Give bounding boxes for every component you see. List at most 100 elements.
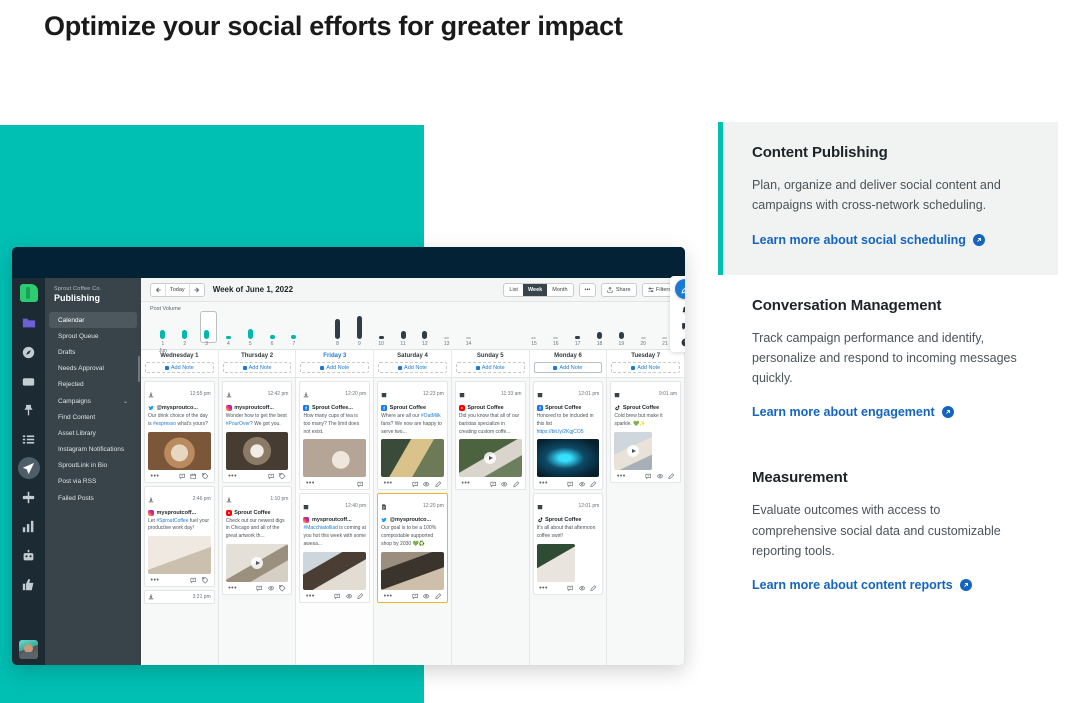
- post-card[interactable]: 2:46 pm mysproutcoff... Let #SproutCoffee …: [144, 485, 215, 587]
- robot-icon[interactable]: [18, 544, 40, 566]
- more-options-icon[interactable]: •••: [226, 585, 240, 592]
- post-media-thumbnail[interactable]: [614, 431, 653, 470]
- share-button[interactable]: Share: [601, 282, 637, 297]
- nav-item-needs-approval[interactable]: Needs Approval: [49, 361, 137, 377]
- add-note-button[interactable]: Add Note: [533, 362, 603, 373]
- view-option-list[interactable]: List: [504, 284, 523, 296]
- view-option-month[interactable]: Month: [547, 284, 572, 296]
- comment-icon[interactable]: [265, 473, 277, 480]
- add-note-button[interactable]: Add Note: [378, 362, 447, 373]
- play-button-icon[interactable]: [251, 556, 264, 569]
- more-options-icon[interactable]: •••: [148, 577, 162, 584]
- nav-item-failed-posts[interactable]: Failed Posts: [49, 490, 137, 506]
- pin-icon[interactable]: [18, 399, 40, 421]
- compose-button[interactable]: [675, 279, 685, 299]
- post-card[interactable]: 12:20 pm f Sprout Coffee... How many cups o…: [299, 381, 371, 491]
- chart-bar-3[interactable]: 3: [196, 311, 218, 347]
- edit-icon[interactable]: [510, 480, 522, 488]
- comment-icon[interactable]: [188, 577, 200, 584]
- inbox-icon[interactable]: [18, 370, 40, 392]
- bar-chart-icon[interactable]: [18, 515, 40, 537]
- chart-bar-18[interactable]: 18: [589, 313, 611, 347]
- edit-icon[interactable]: [432, 593, 444, 600]
- chart-bar-20[interactable]: 20: [632, 313, 654, 347]
- add-note-button[interactable]: Add Note: [145, 362, 214, 373]
- chart-bar-7[interactable]: 7: [283, 313, 305, 347]
- chart-bar-4[interactable]: 4: [217, 313, 239, 347]
- nav-item-instagram-notifications[interactable]: Instagram Notifications: [49, 442, 137, 458]
- chart-bar-2[interactable]: 2: [174, 313, 196, 347]
- play-button-icon[interactable]: [627, 444, 640, 457]
- eye-icon[interactable]: [421, 593, 433, 600]
- eye-icon[interactable]: [654, 473, 666, 480]
- post-media-thumbnail[interactable]: [381, 551, 444, 590]
- tag-icon[interactable]: [199, 577, 211, 584]
- nav-item-calendar[interactable]: Calendar: [49, 312, 137, 329]
- nav-item-drafts[interactable]: Drafts: [49, 344, 137, 360]
- comment-icon[interactable]: [332, 593, 344, 600]
- post-media-thumbnail[interactable]: [303, 439, 367, 478]
- user-avatar[interactable]: [19, 640, 38, 659]
- chevron-down-icon[interactable]: ⌄: [123, 398, 128, 405]
- more-options-icon[interactable]: •••: [537, 480, 551, 487]
- play-button-icon[interactable]: [484, 452, 497, 465]
- post-link[interactable]: #Macchiatolliad: [303, 525, 337, 531]
- post-card[interactable]: 12:01 pm Sprout Coffee It's all about that…: [532, 493, 604, 595]
- post-media-thumbnail[interactable]: [303, 551, 367, 590]
- comment-icon[interactable]: [565, 585, 577, 592]
- post-media-thumbnail[interactable]: [381, 439, 444, 478]
- post-media-thumbnail[interactable]: [225, 543, 289, 582]
- chart-bar-13[interactable]: 13: [436, 313, 458, 347]
- nav-item-find-content[interactable]: Find Content: [49, 409, 137, 425]
- nav-scrollbar[interactable]: [138, 356, 140, 382]
- post-link[interactable]: #OatMilk: [421, 413, 441, 419]
- post-card[interactable]: 12:23 pm f Sprout Coffee Where are all our …: [377, 381, 448, 491]
- more-options-button[interactable]: •••: [578, 282, 597, 297]
- edit-icon[interactable]: [588, 480, 600, 488]
- post-card[interactable]: 9:01 am Sprout Coffee Cold brew but make i…: [610, 381, 682, 483]
- more-options-icon[interactable]: •••: [381, 480, 395, 487]
- nav-item-rejected[interactable]: Rejected: [49, 377, 137, 393]
- post-card[interactable]: 12:55 pm @mysproutco... Our drink choice o…: [144, 381, 215, 483]
- feature-learn-more-link[interactable]: Learn more about engagement: [752, 405, 954, 419]
- more-options-icon[interactable]: •••: [226, 473, 240, 480]
- chart-bar-10[interactable]: 10: [370, 313, 392, 347]
- thumbs-up-icon[interactable]: [18, 573, 40, 595]
- feature-learn-more-link[interactable]: Learn more about social scheduling: [752, 233, 985, 247]
- calendar-icon[interactable]: [188, 473, 200, 480]
- nav-item-post-via-rss[interactable]: Post via RSS: [49, 474, 137, 490]
- tag-icon[interactable]: [199, 472, 211, 480]
- edit-icon[interactable]: [432, 480, 444, 488]
- post-card[interactable]: 12:40 pm mysproutcoff... #Macchiatolliad i…: [299, 493, 371, 603]
- comment-icon[interactable]: [355, 481, 367, 488]
- chart-bar-12[interactable]: 12: [414, 313, 436, 347]
- post-card[interactable]: 12:01 pm f Sprout Coffee Honored to be incl…: [532, 381, 604, 491]
- more-options-icon[interactable]: •••: [303, 480, 317, 487]
- chart-bar-9[interactable]: 9: [348, 313, 370, 347]
- nav-item-asset-library[interactable]: Asset Library: [49, 425, 137, 441]
- post-media-thumbnail[interactable]: [536, 439, 600, 478]
- chart-bar-19[interactable]: 19: [610, 313, 632, 347]
- eye-icon[interactable]: [421, 481, 433, 488]
- eye-icon[interactable]: [499, 481, 511, 488]
- add-note-button[interactable]: Add Note: [455, 362, 525, 373]
- comment-icon[interactable]: [409, 593, 421, 600]
- publish-icon[interactable]: [17, 457, 40, 479]
- post-link[interactable]: https://bit.ly/2KgjCO5: [537, 429, 584, 435]
- add-note-button[interactable]: Add Note: [611, 362, 681, 373]
- nav-item-sprout-queue[interactable]: Sprout Queue: [49, 328, 137, 344]
- messages-icon[interactable]: [681, 322, 685, 331]
- chart-bar-1[interactable]: 1 Jun: [152, 313, 174, 354]
- next-week-button[interactable]: [190, 284, 204, 296]
- chart-bar-6[interactable]: 6: [261, 313, 283, 347]
- nav-item-campaigns[interactable]: Campaigns ⌄: [49, 393, 137, 409]
- post-link[interactable]: #SproutCoffee: [156, 518, 188, 524]
- eye-icon[interactable]: [576, 481, 588, 488]
- post-card-partial[interactable]: 3:21 pm: [144, 590, 215, 604]
- post-card[interactable]: 11:33 am Sprout Coffee Did you know that a…: [454, 381, 526, 491]
- chart-bar-15[interactable]: 15: [523, 313, 545, 347]
- chart-bar-11[interactable]: 11: [392, 313, 414, 347]
- comment-icon[interactable]: [176, 473, 188, 480]
- add-note-button[interactable]: Add Note: [300, 362, 370, 373]
- more-options-icon[interactable]: •••: [614, 473, 628, 480]
